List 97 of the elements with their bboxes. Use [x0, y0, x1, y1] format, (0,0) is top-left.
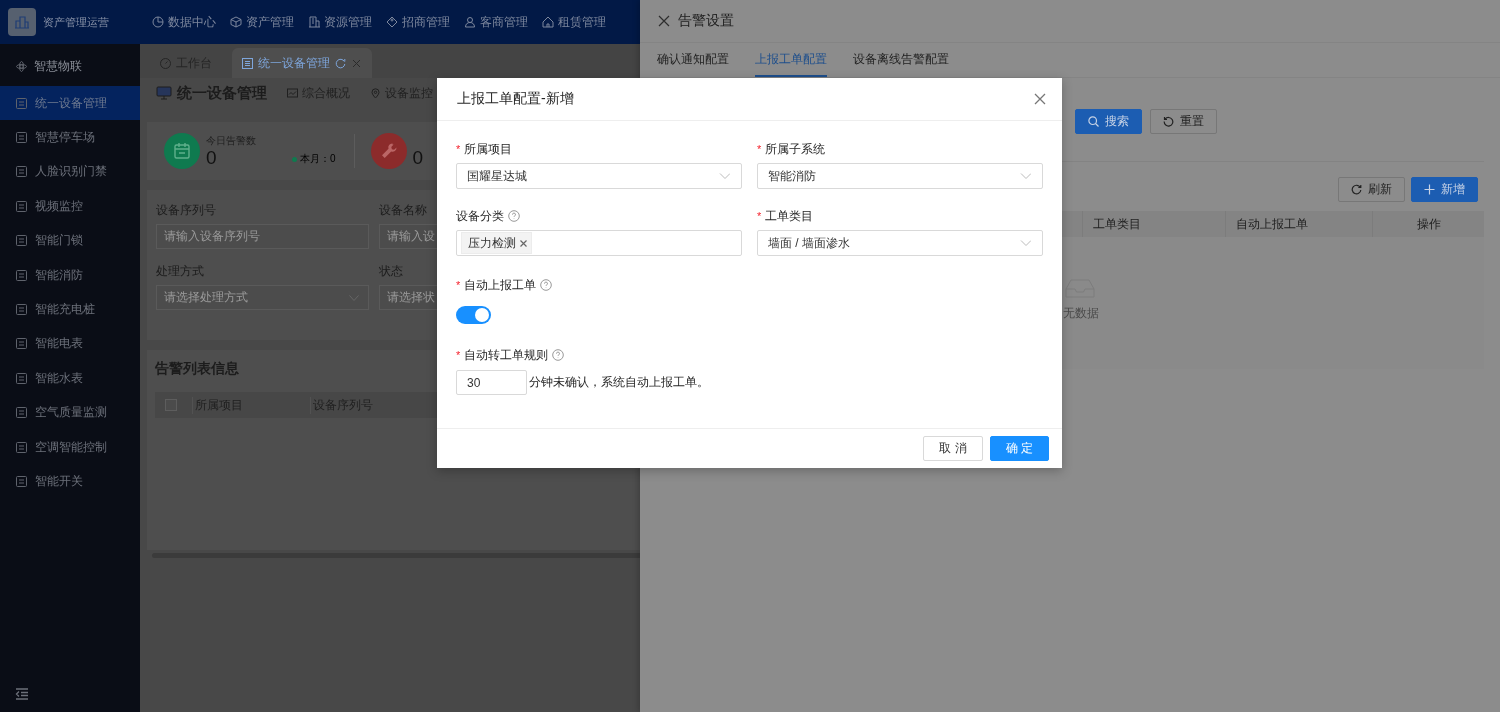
atom-icon — [16, 60, 27, 72]
settings-tab[interactable]: 确认通知配置 — [657, 43, 729, 77]
status-dot — [292, 156, 297, 162]
list-icon — [242, 57, 253, 69]
location-pin-icon — [370, 87, 381, 99]
field-label: 工单类目 — [765, 207, 814, 225]
collapse-menu-icon[interactable] — [15, 688, 29, 700]
sidebar-item[interactable]: 智能门锁 — [0, 223, 140, 258]
house-icon — [542, 16, 554, 28]
square-icon — [16, 235, 27, 247]
pie-chart-icon — [152, 16, 164, 28]
app-name: 资产管理运营 — [43, 14, 109, 30]
number-input[interactable]: 30 — [456, 370, 527, 395]
logo — [8, 8, 36, 36]
square-icon — [16, 407, 27, 419]
nav-item[interactable]: 招商管理 — [386, 13, 450, 31]
required-mark: * — [757, 210, 762, 222]
field-label: 自动转工单规则 — [464, 346, 549, 364]
sidebar-item[interactable]: 智能开关 — [0, 464, 140, 499]
sidebar-item[interactable]: 智能水表 — [0, 361, 140, 396]
column-header: 工单类目 — [1082, 211, 1225, 237]
nav-item[interactable]: 数据中心 — [152, 13, 216, 31]
close-icon[interactable] — [658, 15, 670, 27]
square-icon — [16, 441, 27, 453]
settings-tab[interactable]: 设备离线告警配置 — [853, 43, 949, 77]
square-icon — [16, 372, 27, 384]
sidebar-item[interactable]: 统一设备管理 — [0, 86, 140, 121]
monitor-icon — [156, 86, 172, 100]
square-icon — [16, 200, 27, 212]
chevron-down-icon — [1020, 240, 1031, 246]
nav-item[interactable]: 资产管理 — [230, 13, 294, 31]
sidebar-item[interactable]: 空气质量监测 — [0, 395, 140, 430]
sidebar-group-title[interactable]: 智慧物联 — [0, 48, 82, 84]
square-icon — [16, 269, 27, 281]
square-icon — [16, 476, 27, 487]
person-icon — [464, 16, 476, 28]
field-label: 设备分类 — [456, 207, 504, 225]
toggle-switch[interactable] — [456, 306, 491, 324]
refresh-icon — [1163, 116, 1174, 127]
square-icon — [16, 166, 27, 178]
gauge-icon — [160, 57, 171, 69]
building-icon — [308, 16, 320, 28]
required-mark: * — [757, 143, 762, 155]
reload-icon[interactable] — [335, 57, 346, 69]
sidebar-item[interactable]: 视频监控 — [0, 189, 140, 224]
stat-value: 0 — [412, 148, 424, 168]
refresh-icon — [1351, 184, 1362, 195]
confirm-button[interactable]: 确 定 — [989, 436, 1049, 461]
chevron-down-icon — [719, 173, 730, 179]
sidebar-item[interactable]: 智能消防 — [0, 257, 140, 293]
cancel-button[interactable]: 取 消 — [923, 436, 983, 461]
close-icon[interactable] — [520, 239, 527, 247]
required-mark: * — [456, 349, 461, 361]
plus-icon — [1424, 184, 1435, 195]
required-mark: * — [456, 143, 461, 155]
field-label: 自动上报工单 — [464, 276, 537, 294]
add-button[interactable]: 新增 — [1411, 177, 1478, 202]
page-tab[interactable]: 统一设备管理 — [232, 48, 372, 78]
rule-text: 分钟未确认，系统自动上报工单。 — [529, 374, 709, 391]
nav-item[interactable]: 客商管理 — [464, 13, 528, 31]
nav-item[interactable]: 租赁管理 — [542, 13, 606, 31]
square-icon — [16, 338, 27, 350]
drawer-title: 告警设置 — [678, 12, 734, 30]
nav-item[interactable]: 资源管理 — [308, 13, 372, 31]
field-label: 所属子系统 — [765, 140, 826, 158]
select-field[interactable]: 国耀星达城 — [456, 163, 742, 189]
stat-value: 0 — [206, 148, 218, 168]
column-header: 操作 — [1372, 211, 1484, 237]
month-count: 本月：0 — [300, 152, 336, 166]
diamond-tag-icon — [386, 16, 398, 28]
field-label: 所属项目 — [464, 140, 513, 158]
square-icon — [16, 304, 27, 316]
close-icon[interactable] — [1034, 93, 1046, 105]
square-icon — [16, 132, 27, 144]
refresh-button[interactable]: 刷新 — [1338, 177, 1405, 202]
multi-select-field[interactable]: 压力检测 — [456, 230, 742, 256]
search-button[interactable]: 搜索 — [1075, 109, 1142, 134]
select-field[interactable]: 请选择处理方式 — [156, 285, 369, 310]
cube-icon — [230, 16, 242, 28]
sidebar-item[interactable]: 空调智能控制 — [0, 429, 140, 465]
select-field[interactable]: 智能消防 — [757, 163, 1043, 189]
search-icon — [1088, 116, 1099, 127]
reset-button[interactable]: 重置 — [1150, 109, 1217, 134]
empty-text: 无数据 — [1063, 305, 1100, 322]
square-icon — [16, 97, 27, 109]
sidebar-item[interactable]: 智能电表 — [0, 326, 140, 362]
select-field[interactable]: 墙面 / 墙面渗水 — [757, 230, 1043, 256]
sidebar-item[interactable]: 人脸识别门禁 — [0, 154, 140, 190]
chevron-down-icon — [1020, 173, 1031, 179]
required-mark: * — [456, 279, 461, 291]
line-chart-icon — [287, 87, 298, 99]
sidebar-item[interactable]: 智慧停车场 — [0, 120, 140, 155]
dialog-title: 上报工单配置-新增 — [457, 90, 574, 108]
column-header: 自动上报工单 — [1225, 211, 1372, 237]
tag: 压力检测 — [461, 232, 532, 254]
sidebar-item[interactable]: 智能充电桩 — [0, 292, 140, 327]
input-field[interactable]: 请输入设备序列号 — [156, 224, 369, 249]
